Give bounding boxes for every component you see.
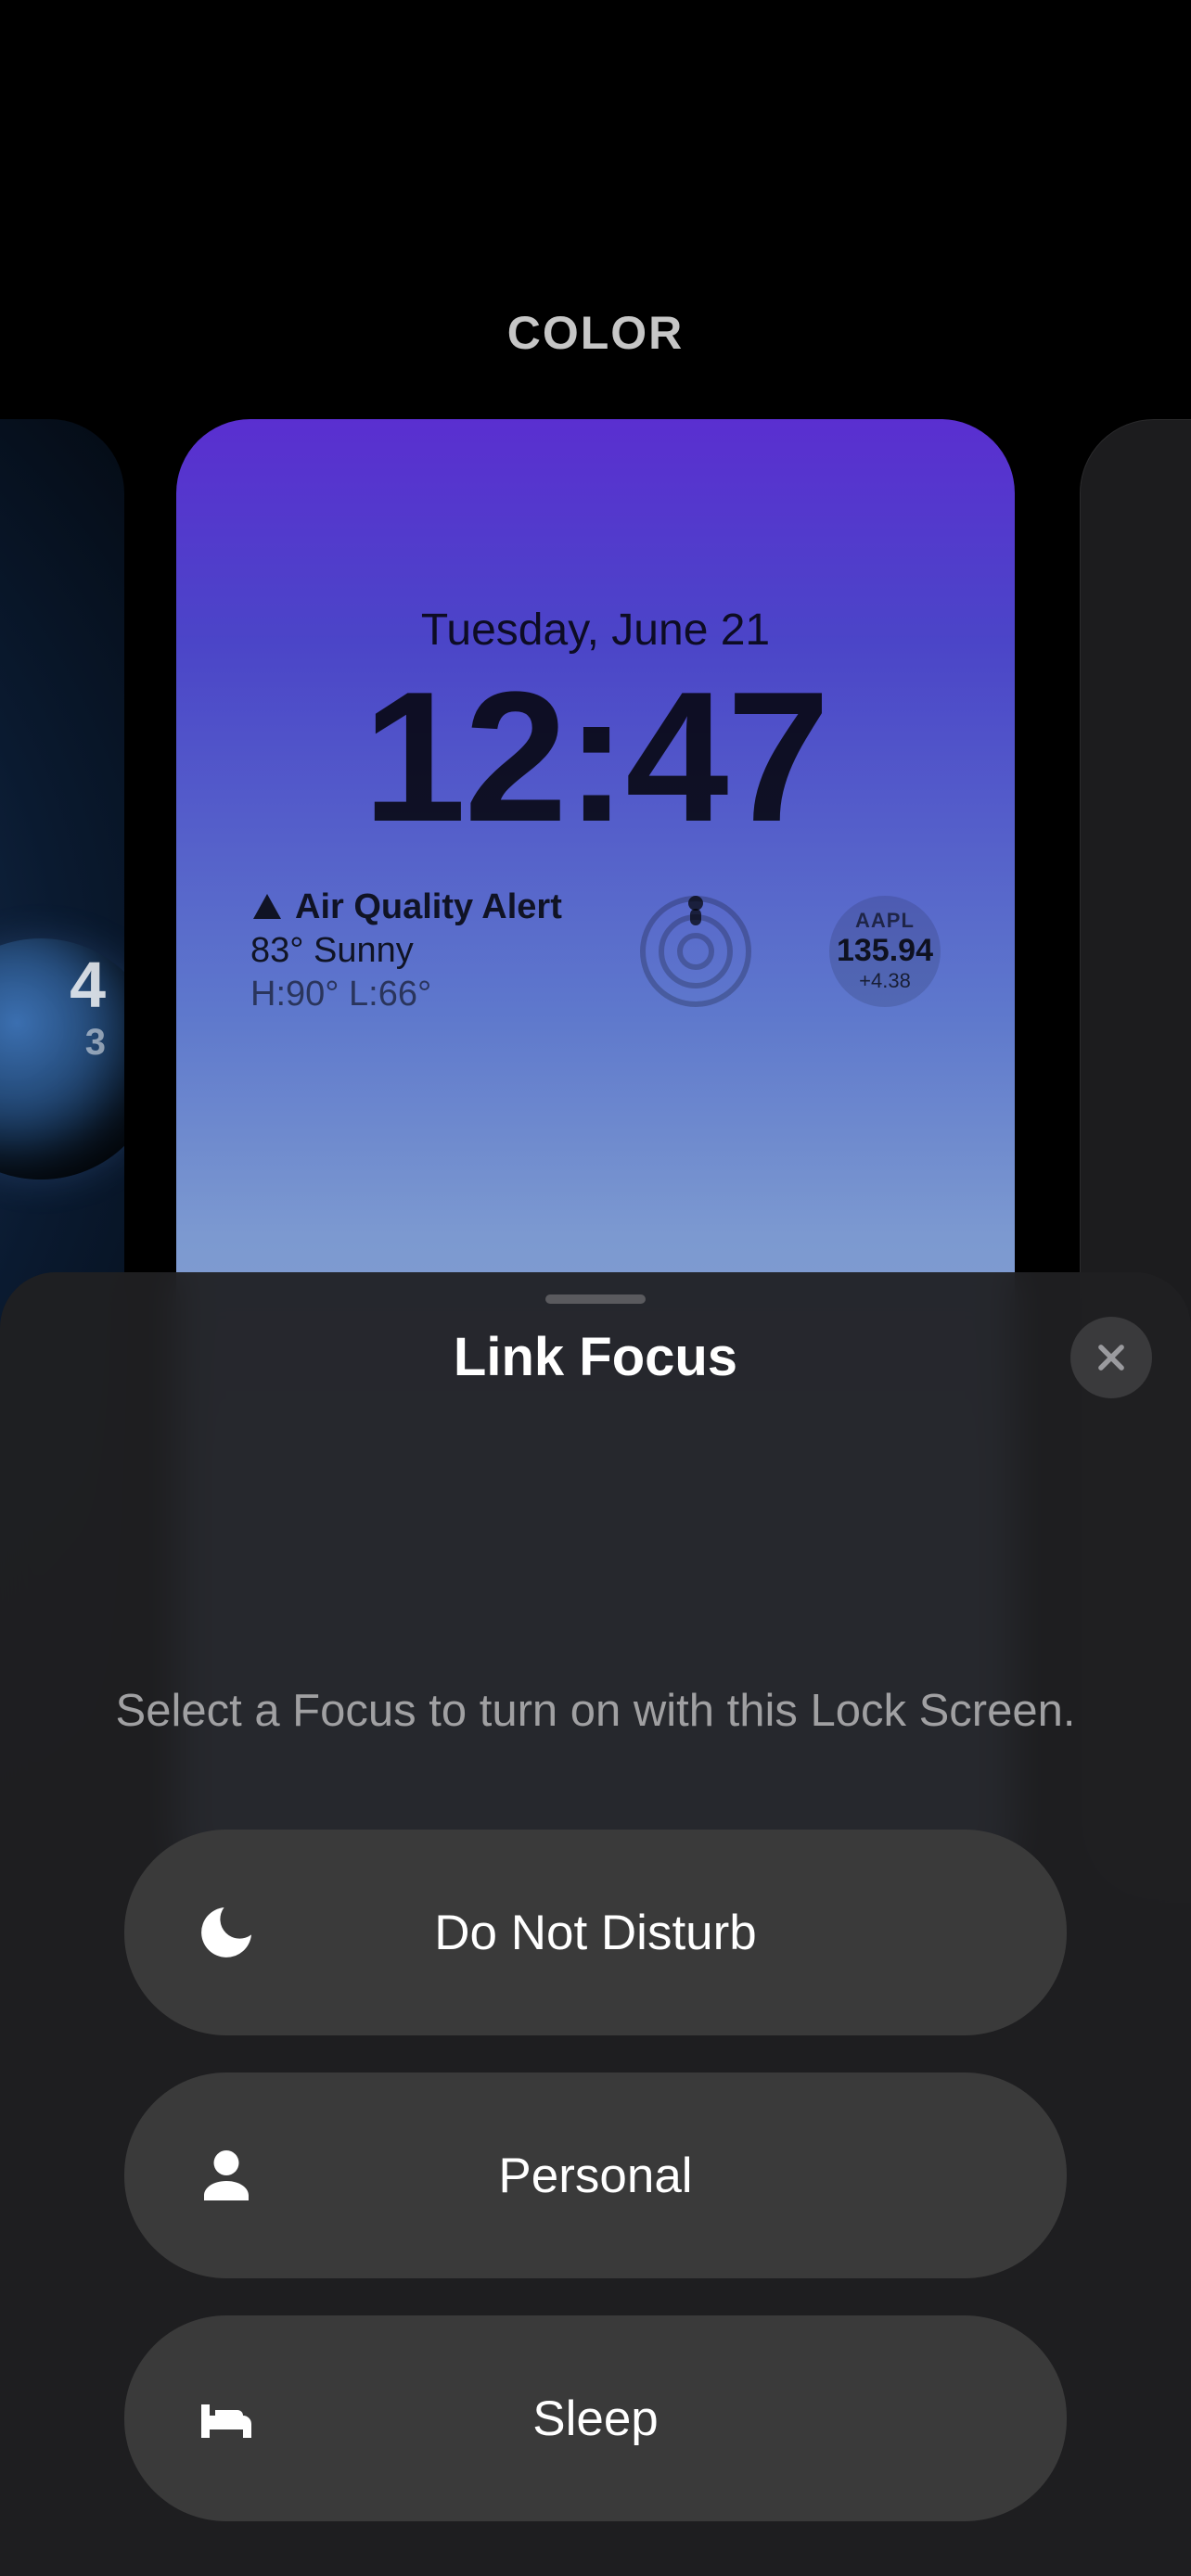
stock-widget: AAPL 135.94 +4.38 (829, 896, 941, 1007)
sheet-grabber[interactable] (545, 1294, 646, 1304)
stock-price: 135.94 (837, 933, 933, 969)
moon-icon (189, 1895, 263, 1970)
tracker-widget (640, 896, 751, 1007)
alert-icon (250, 891, 284, 925)
weather-current: 83° Sunny (250, 931, 562, 971)
style-name-label: COLOR (0, 306, 1191, 360)
stock-change: +4.38 (859, 969, 911, 993)
lockscreen-widgets: Air Quality Alert 83° Sunny H:90° L:66° … (176, 887, 1015, 1014)
weather-alert-text: Air Quality Alert (295, 887, 562, 927)
focus-list: Do Not Disturb Personal Sleep (0, 1830, 1191, 2521)
lockscreen-time: 12:47 (176, 665, 1015, 850)
link-focus-sheet: Link Focus Select a Focus to turn on wit… (0, 1272, 1191, 2576)
focus-item-do-not-disturb[interactable]: Do Not Disturb (124, 1830, 1067, 2035)
neighbor-left-number-2: 3 (85, 1022, 106, 1064)
close-icon (1094, 1340, 1129, 1375)
close-button[interactable] (1070, 1317, 1152, 1398)
weather-widget: Air Quality Alert 83° Sunny H:90° L:66° (250, 887, 562, 1014)
lockscreen-date: Tuesday, June 21 (176, 605, 1015, 656)
neighbor-left-number: 4 (70, 948, 106, 1022)
focus-item-label: Do Not Disturb (434, 1905, 757, 1961)
focus-item-label: Personal (498, 2148, 692, 2204)
sheet-subtitle: Select a Focus to turn on with this Lock… (0, 1685, 1191, 1737)
weather-hilo: H:90° L:66° (250, 975, 562, 1014)
focus-item-personal[interactable]: Personal (124, 2072, 1067, 2278)
person-icon (189, 2138, 263, 2213)
focus-item-sleep[interactable]: Sleep (124, 2315, 1067, 2521)
bed-icon (189, 2381, 263, 2455)
sheet-title: Link Focus (0, 1326, 1191, 1388)
focus-item-label: Sleep (532, 2391, 659, 2447)
stock-symbol: AAPL (855, 909, 915, 933)
